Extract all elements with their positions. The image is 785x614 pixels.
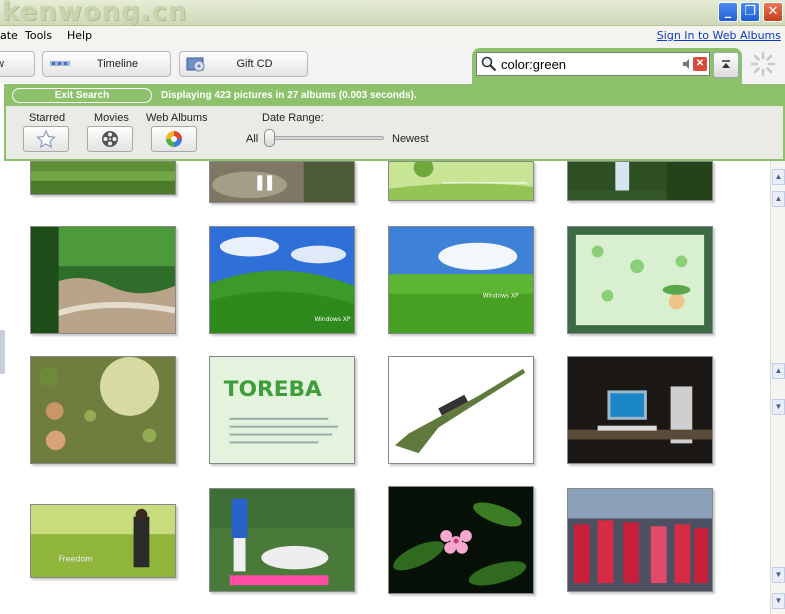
search-input[interactable] xyxy=(501,56,661,73)
gift-cd-label: Gift CD xyxy=(236,58,273,70)
menu-bar: ate Tools Help Sign In to Web Albums xyxy=(0,26,785,45)
thumbnail-caption: Freedom xyxy=(59,554,93,563)
date-range-max-label: Newest xyxy=(392,133,429,145)
left-panel-grip[interactable] xyxy=(0,330,5,374)
thumbnail-cartoon-children-garden[interactable] xyxy=(30,356,176,464)
close-button[interactable]: ✕ xyxy=(763,2,783,22)
thumbnail-cartoon-frog-frame[interactable] xyxy=(567,226,713,334)
vertical-scrollbar[interactable]: ▲ ▲ ▲ ▼ ▼ ▼ xyxy=(770,161,785,614)
collapse-up-icon xyxy=(722,60,730,68)
thumbnail-caption: TOREBA xyxy=(224,377,322,402)
gift-cd-button[interactable]: Gift CD xyxy=(179,51,308,77)
date-range-min-label: All xyxy=(246,133,259,145)
thumbnail-toreba-poster[interactable]: TOREBA xyxy=(209,356,355,464)
thumbnail-sniper-rifle[interactable] xyxy=(388,356,534,464)
thumbnail-caption: Windows XP xyxy=(483,294,519,300)
loading-spinner-icon xyxy=(750,51,776,77)
search-box: ✕ xyxy=(476,52,710,76)
menu-help[interactable]: Help xyxy=(67,29,92,42)
restore-button[interactable]: ❐ xyxy=(740,2,760,22)
collapse-search-button[interactable] xyxy=(713,52,739,78)
timeline-icon xyxy=(50,61,70,66)
thumbnail-girl-in-meadow[interactable]: Freedom xyxy=(30,504,176,578)
scroll-up-arrow-icon[interactable]: ▲ xyxy=(772,363,785,379)
clear-search-button[interactable]: ✕ xyxy=(693,57,707,71)
web-albums-label: Web Albums xyxy=(146,112,208,124)
menu-create[interactable]: ate xyxy=(0,29,18,42)
thumbnail-green-grass[interactable] xyxy=(30,161,176,195)
scroll-down-arrow-icon[interactable]: ▼ xyxy=(772,593,785,609)
web-albums-filter-button[interactable] xyxy=(151,126,197,152)
watermark: kenwong.cn xyxy=(2,0,188,27)
menu-tools[interactable]: Tools xyxy=(25,29,52,42)
gift-cd-icon xyxy=(186,57,205,72)
title-bar: kenwong.cn _ ❐ ✕ xyxy=(0,0,785,27)
timeline-button[interactable]: Timeline xyxy=(42,51,171,77)
scroll-up-arrow-icon[interactable]: ▲ xyxy=(772,169,785,185)
star-icon xyxy=(36,129,56,149)
slideshow-label: w xyxy=(0,58,4,70)
timeline-label: Timeline xyxy=(96,58,139,70)
exit-search-button[interactable]: Exit Search xyxy=(12,88,152,103)
thumbnail-windows-xp-bliss[interactable]: Windows XP xyxy=(209,226,355,334)
scroll-down-arrow-icon[interactable]: ▼ xyxy=(772,567,785,583)
web-albums-icon xyxy=(166,131,182,147)
thumbnail-computer-desk-night[interactable] xyxy=(567,356,713,464)
date-range-label: Date Range: xyxy=(262,112,324,124)
thumbnail-forest-river[interactable] xyxy=(30,226,176,334)
speaker-icon xyxy=(683,59,689,69)
thumbnail-dancers-red-costumes[interactable] xyxy=(567,488,713,592)
sign-in-link[interactable]: Sign In to Web Albums xyxy=(657,29,781,42)
thumbnail-pink-flower[interactable] xyxy=(388,486,534,594)
thumbnail-light-green-abstract[interactable] xyxy=(388,161,534,201)
search-status-text: Displaying 423 pictures in 27 albums (0.… xyxy=(161,90,417,101)
date-range-slider-track[interactable] xyxy=(266,136,384,140)
thumbnail-waterfall-forest[interactable] xyxy=(567,161,713,201)
starred-filter-button[interactable] xyxy=(23,126,69,152)
search-icon xyxy=(481,56,497,72)
thumbnail-tree-roots-shoes[interactable] xyxy=(209,161,355,203)
thumbnail-caption: Windows XP xyxy=(315,317,351,323)
thumbnail-soccer-players[interactable] xyxy=(209,488,355,592)
date-range-slider-thumb[interactable] xyxy=(264,129,275,147)
movies-label: Movies xyxy=(94,112,129,124)
film-reel-icon xyxy=(102,131,118,147)
slideshow-button[interactable]: w xyxy=(0,51,35,77)
thumbnail-windows-xp-green-field[interactable]: Windows XP xyxy=(388,226,534,334)
minimize-button[interactable]: _ xyxy=(718,2,738,22)
photo-gallery: Windows XP Windows XP TOREBA Freedom xyxy=(6,161,770,614)
scroll-down-arrow-icon[interactable]: ▼ xyxy=(772,399,785,415)
scroll-up-arrow-icon[interactable]: ▲ xyxy=(772,191,785,207)
starred-label: Starred xyxy=(29,112,66,124)
movies-filter-button[interactable] xyxy=(87,126,133,152)
